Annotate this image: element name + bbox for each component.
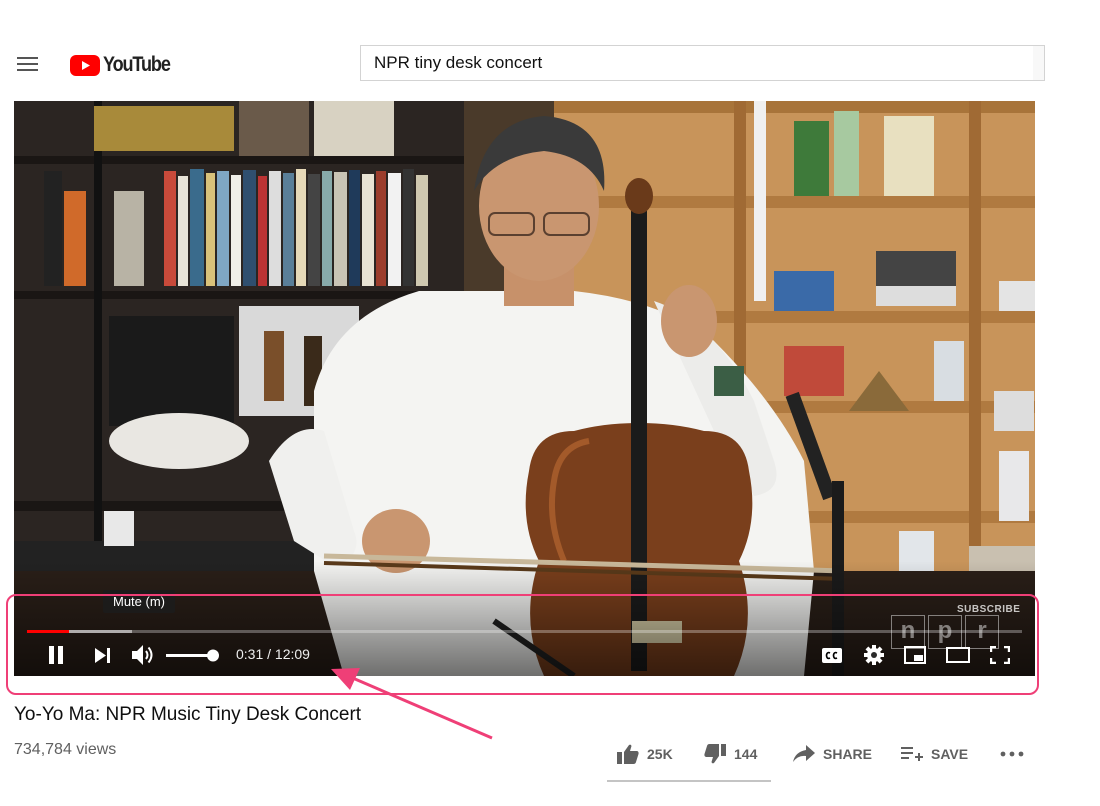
subtitles-button[interactable]: [820, 640, 844, 670]
search-input[interactable]: NPR tiny desk concert: [360, 45, 1034, 81]
video-title: Yo-Yo Ma: NPR Music Tiny Desk Concert: [14, 704, 362, 725]
pause-button[interactable]: [42, 640, 70, 670]
logo-text: YouTube: [103, 53, 171, 76]
subtitles-icon: [822, 647, 842, 663]
settings-button[interactable]: [862, 640, 886, 670]
save-button[interactable]: SAVE: [901, 740, 968, 768]
theater-mode-icon: [946, 647, 970, 663]
share-icon: [793, 745, 815, 762]
mute-tooltip: Mute (m): [103, 590, 175, 613]
view-count: 734,784 views: [14, 741, 117, 758]
time-current: 0:31: [236, 646, 264, 662]
youtube-play-logo-icon: [70, 54, 100, 76]
share-button[interactable]: SHARE: [793, 740, 872, 768]
volume-slider-track: [166, 649, 219, 662]
sentiment-bar: [607, 780, 771, 782]
like-button[interactable]: 25K: [617, 740, 673, 768]
time-total: 12:09: [274, 646, 310, 662]
time-separator: /: [263, 646, 275, 662]
thumbs-up-icon: [617, 744, 639, 764]
subscribe-watermark[interactable]: SUBSCRIBE: [957, 604, 1020, 615]
miniplayer-icon: [904, 646, 926, 664]
volume-slider[interactable]: [164, 640, 224, 670]
search-button[interactable]: [1033, 45, 1045, 81]
fullscreen-icon: [990, 646, 1010, 664]
more-actions-button[interactable]: [1000, 740, 1032, 768]
settings-icon: [864, 645, 884, 665]
miniplayer-button[interactable]: [902, 640, 928, 670]
like-count: 25K: [647, 746, 673, 762]
youtube-logo[interactable]: YouTube: [70, 52, 181, 78]
next-icon: [94, 647, 110, 663]
menu-button[interactable]: [16, 53, 40, 75]
mute-button[interactable]: [130, 640, 158, 670]
share-label: SHARE: [823, 746, 873, 762]
fullscreen-button[interactable]: [987, 640, 1013, 670]
pause-icon: [49, 646, 63, 664]
progress-played: [27, 630, 70, 633]
save-label: SAVE: [931, 746, 969, 762]
progress-bar[interactable]: [27, 630, 1022, 633]
more-horizontal-icon: [1000, 751, 1024, 757]
dislike-count: 144: [734, 746, 758, 762]
next-button[interactable]: [90, 640, 116, 670]
volume-icon: [132, 645, 153, 665]
add-to-playlist-icon: [901, 747, 923, 761]
dislike-button[interactable]: 144: [704, 740, 757, 768]
video-player[interactable]: Mute (m) SUBSCRIBE n p r 0:31 / 12:09: [14, 101, 1035, 676]
theater-mode-button[interactable]: [944, 640, 972, 670]
time-display: 0:31 / 12:09: [236, 646, 310, 662]
thumbs-down-icon: [704, 744, 726, 764]
